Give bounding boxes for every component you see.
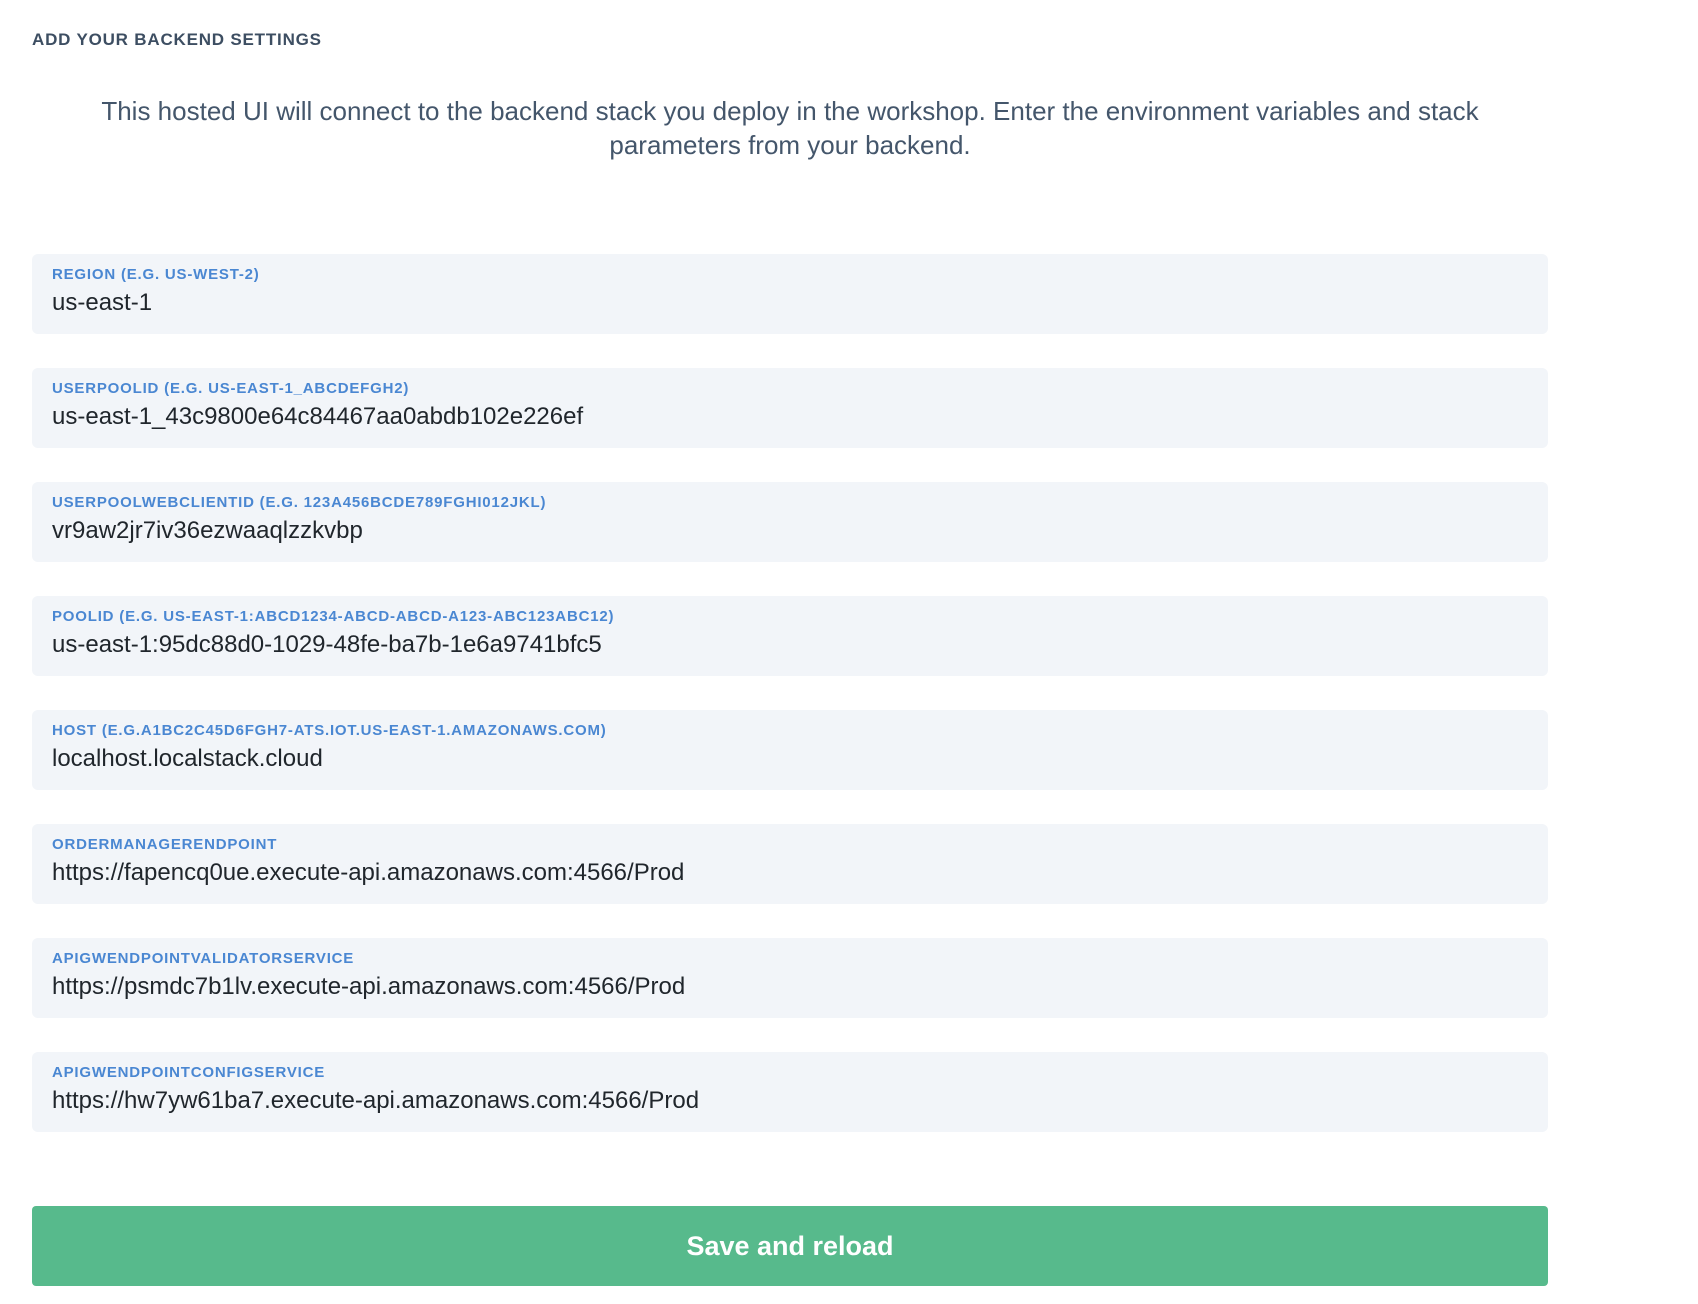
page-description: This hosted UI will connect to the backe… bbox=[50, 94, 1530, 162]
field-host[interactable]: HOST (E.G.A1BC2C45D6FGH7-ATS.IOT.US-EAST… bbox=[32, 710, 1548, 790]
ordermanagerendpoint-label: ORDERMANAGERENDPOINT bbox=[52, 835, 1528, 855]
field-region[interactable]: REGION (E.G. US-WEST-2) bbox=[32, 254, 1548, 334]
region-label: REGION (E.G. US-WEST-2) bbox=[52, 265, 1528, 285]
host-label: HOST (E.G.A1BC2C45D6FGH7-ATS.IOT.US-EAST… bbox=[52, 721, 1528, 741]
field-apigwendpointconfigservice[interactable]: APIGWENDPOINTCONFIGSERVICE bbox=[32, 1052, 1548, 1132]
userpoolwebclientid-label: USERPOOLWEBCLIENTID (E.G. 123A456BCDE789… bbox=[52, 493, 1528, 513]
field-userpoolid[interactable]: USERPOOLID (E.G. US-EAST-1_ABCDEFGH2) bbox=[32, 368, 1548, 448]
settings-form: REGION (E.G. US-WEST-2) USERPOOLID (E.G.… bbox=[32, 254, 1548, 1132]
apigwendpointvalidatorservice-input[interactable] bbox=[52, 972, 1528, 1002]
userpoolid-input[interactable] bbox=[52, 402, 1528, 432]
userpoolid-label: USERPOOLID (E.G. US-EAST-1_ABCDEFGH2) bbox=[52, 379, 1528, 399]
poolid-input[interactable] bbox=[52, 630, 1528, 660]
field-poolid[interactable]: POOLID (E.G. US-EAST-1:ABCD1234-ABCD-ABC… bbox=[32, 596, 1548, 676]
field-userpoolwebclientid[interactable]: USERPOOLWEBCLIENTID (E.G. 123A456BCDE789… bbox=[32, 482, 1548, 562]
apigwendpointconfigservice-label: APIGWENDPOINTCONFIGSERVICE bbox=[52, 1063, 1528, 1083]
apigwendpointconfigservice-input[interactable] bbox=[52, 1086, 1528, 1116]
apigwendpointvalidatorservice-label: APIGWENDPOINTVALIDATORSERVICE bbox=[52, 949, 1528, 969]
save-and-reload-button[interactable]: Save and reload bbox=[32, 1206, 1548, 1286]
page-title: ADD YOUR BACKEND SETTINGS bbox=[32, 30, 1548, 50]
userpoolwebclientid-input[interactable] bbox=[52, 516, 1528, 546]
backend-settings-panel: ADD YOUR BACKEND SETTINGS This hosted UI… bbox=[32, 0, 1548, 1286]
ordermanagerendpoint-input[interactable] bbox=[52, 858, 1528, 888]
field-ordermanagerendpoint[interactable]: ORDERMANAGERENDPOINT bbox=[32, 824, 1548, 904]
host-input[interactable] bbox=[52, 744, 1528, 774]
poolid-label: POOLID (E.G. US-EAST-1:ABCD1234-ABCD-ABC… bbox=[52, 607, 1528, 627]
region-input[interactable] bbox=[52, 288, 1528, 318]
field-apigwendpointvalidatorservice[interactable]: APIGWENDPOINTVALIDATORSERVICE bbox=[32, 938, 1548, 1018]
